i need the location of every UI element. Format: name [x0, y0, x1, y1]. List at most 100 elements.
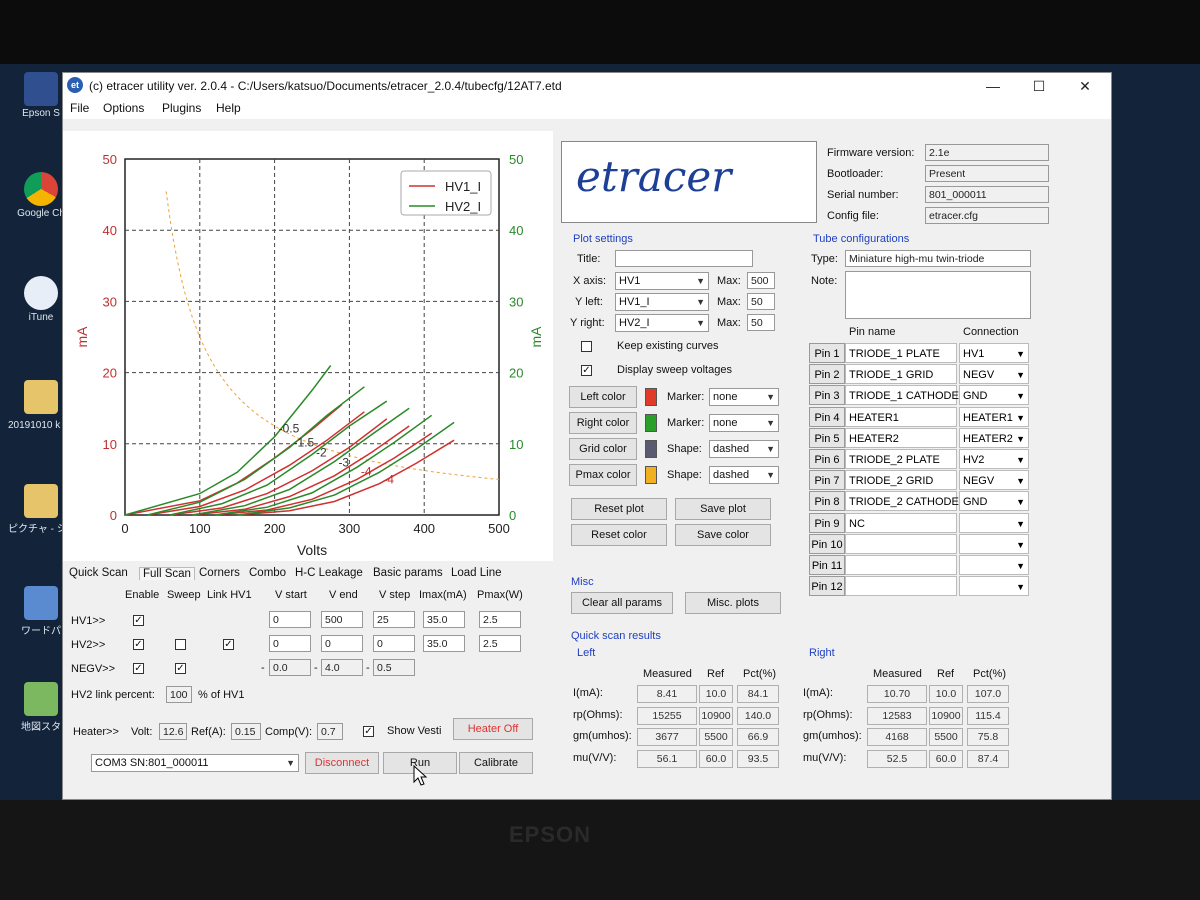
heater-off-button[interactable]: Heater Off [453, 718, 533, 740]
pin-connection-select[interactable]: ▼ [959, 576, 1029, 597]
com-port-select[interactable]: COM3 SN:801_000011 ▼ [91, 754, 299, 772]
menu-file[interactable]: File [70, 101, 89, 115]
pin-button[interactable]: Pin 11 [809, 555, 845, 575]
tab-load-line[interactable]: Load Line [451, 567, 502, 579]
tab-corners[interactable]: Corners [199, 567, 240, 579]
type-field[interactable]: Miniature high-mu twin-triode [845, 250, 1031, 267]
y-right-max-field[interactable]: 50 [747, 314, 775, 331]
x-axis-select[interactable]: HV1 ▼ [615, 272, 709, 290]
pin-name-field[interactable] [845, 576, 957, 597]
pin-button[interactable]: Pin 10 [809, 533, 845, 554]
pin-button[interactable]: Pin 8 [809, 491, 845, 512]
pin-name-field[interactable]: TRIODE_2 PLATE [845, 449, 957, 469]
note-field[interactable] [845, 271, 1031, 319]
hv1-vstart-field[interactable]: 0 [269, 611, 311, 628]
tab-hc-leakage[interactable]: H-C Leakage [295, 567, 363, 579]
menu-plugins[interactable]: Plugins [162, 101, 201, 115]
heater-volt-field[interactable]: 12.6 [159, 723, 187, 740]
pin-connection-select[interactable]: NEGV ▼ [959, 470, 1029, 491]
pin-connection-select[interactable]: HEATER1 ▼ [959, 406, 1029, 427]
clear-all-params-button[interactable]: Clear all params [571, 592, 673, 614]
hv2-imax-field[interactable]: 35.0 [423, 635, 465, 652]
tab-combo[interactable]: Combo [249, 567, 286, 579]
pin-button[interactable]: Pin 9 [809, 512, 845, 533]
y-right-select[interactable]: HV2_I ▼ [615, 314, 709, 332]
pin-connection-select[interactable]: HV1 ▼ [959, 343, 1029, 363]
reset-color-button[interactable]: Reset color [571, 524, 667, 546]
tab-quick-scan[interactable]: Quick Scan [69, 567, 128, 579]
reset-plot-button[interactable]: Reset plot [571, 498, 667, 520]
show-vesti-checkbox[interactable]: ✓ [363, 726, 374, 737]
pin-connection-select[interactable]: NEGV ▼ [959, 364, 1029, 385]
pin-connection-select[interactable]: HEATER2 ▼ [959, 427, 1029, 448]
pin-connection-select[interactable]: HV2 ▼ [959, 449, 1029, 469]
pin-connection-select[interactable]: ▼ [959, 533, 1029, 554]
hv1-imax-field[interactable]: 35.0 [423, 611, 465, 628]
pmax-color-button[interactable]: Pmax color [569, 464, 637, 486]
grid-shape-select[interactable]: dashed ▼ [709, 440, 779, 458]
negv-enable-checkbox[interactable]: ✓ [133, 663, 144, 674]
display-sweep-checkbox[interactable]: ✓ [581, 365, 592, 376]
pin-button[interactable]: Pin 2 [809, 364, 845, 385]
minimize-button[interactable]: — [973, 75, 1013, 97]
pmax-shape-select[interactable]: dashed ▼ [709, 466, 779, 484]
pin-name-field[interactable]: TRIODE_1 CATHODE [845, 385, 959, 406]
hv2-link-checkbox[interactable]: ✓ [223, 639, 234, 650]
x-max-field[interactable]: 500 [747, 272, 775, 289]
hv2-pmax-field[interactable]: 2.5 [479, 635, 521, 652]
disconnect-button[interactable]: Disconnect [305, 752, 379, 774]
left-color-swatch[interactable] [645, 388, 657, 406]
tab-basic-params[interactable]: Basic params [373, 567, 443, 579]
misc-plots-button[interactable]: Misc. plots [685, 592, 781, 614]
grid-color-button[interactable]: Grid color [569, 438, 637, 460]
pin-name-field[interactable] [845, 555, 957, 575]
pin-name-field[interactable]: TRIODE_1 PLATE [845, 343, 957, 363]
menu-options[interactable]: Options [103, 101, 144, 115]
y-left-select[interactable]: HV1_I ▼ [615, 293, 709, 311]
pin-connection-select[interactable]: GND ▼ [959, 491, 1029, 512]
title-input[interactable] [615, 250, 753, 267]
hv2-vend-field[interactable]: 0 [321, 635, 363, 652]
hv1-vend-field[interactable]: 500 [321, 611, 363, 628]
keep-curves-checkbox[interactable] [581, 341, 592, 352]
hv2-vstep-field[interactable]: 0 [373, 635, 415, 652]
close-button[interactable]: ✕ [1065, 75, 1105, 97]
negv-vend-field[interactable]: 4.0 [321, 659, 363, 676]
pin-button[interactable]: Pin 12 [809, 576, 845, 597]
save-color-button[interactable]: Save color [675, 524, 771, 546]
hv2-link-field[interactable]: 100 [166, 686, 192, 703]
pin-button[interactable]: Pin 6 [809, 449, 845, 469]
tab-full-scan[interactable]: Full Scan [139, 567, 195, 580]
maximize-button[interactable]: ☐ [1019, 75, 1059, 97]
negv-vstart-field[interactable]: 0.0 [269, 659, 311, 676]
menu-help[interactable]: Help [216, 101, 241, 115]
hv1-vstep-field[interactable]: 25 [373, 611, 415, 628]
pin-button[interactable]: Pin 1 [809, 343, 845, 363]
left-color-button[interactable]: Left color [569, 386, 637, 408]
hv2-vstart-field[interactable]: 0 [269, 635, 311, 652]
left-marker-select[interactable]: none ▼ [709, 388, 779, 406]
right-color-swatch[interactable] [645, 414, 657, 432]
save-plot-button[interactable]: Save plot [675, 498, 771, 520]
hv2-sweep-checkbox[interactable] [175, 639, 186, 650]
pin-name-field[interactable] [845, 533, 957, 554]
pin-name-field[interactable]: HEATER1 [845, 406, 957, 427]
pin-button[interactable]: Pin 4 [809, 406, 845, 427]
pmax-color-swatch[interactable] [645, 466, 657, 484]
negv-sweep-checkbox[interactable]: ✓ [175, 663, 186, 674]
right-marker-select[interactable]: none ▼ [709, 414, 779, 432]
hv1-enable-checkbox[interactable]: ✓ [133, 615, 144, 626]
pin-connection-select[interactable]: ▼ [959, 512, 1029, 533]
calibrate-button[interactable]: Calibrate [459, 752, 533, 774]
pin-name-field[interactable]: TRIODE_2 GRID [845, 470, 957, 491]
grid-color-swatch[interactable] [645, 440, 657, 458]
pin-button[interactable]: Pin 3 [809, 385, 845, 406]
pin-name-field[interactable]: TRIODE_1 GRID [845, 364, 957, 385]
right-color-button[interactable]: Right color [569, 412, 637, 434]
hv1-pmax-field[interactable]: 2.5 [479, 611, 521, 628]
heater-comp-field[interactable]: 0.7 [317, 723, 343, 740]
pin-button[interactable]: Pin 7 [809, 470, 845, 491]
y-left-max-field[interactable]: 50 [747, 293, 775, 310]
negv-vstep-field[interactable]: 0.5 [373, 659, 415, 676]
pin-name-field[interactable]: NC [845, 512, 957, 533]
